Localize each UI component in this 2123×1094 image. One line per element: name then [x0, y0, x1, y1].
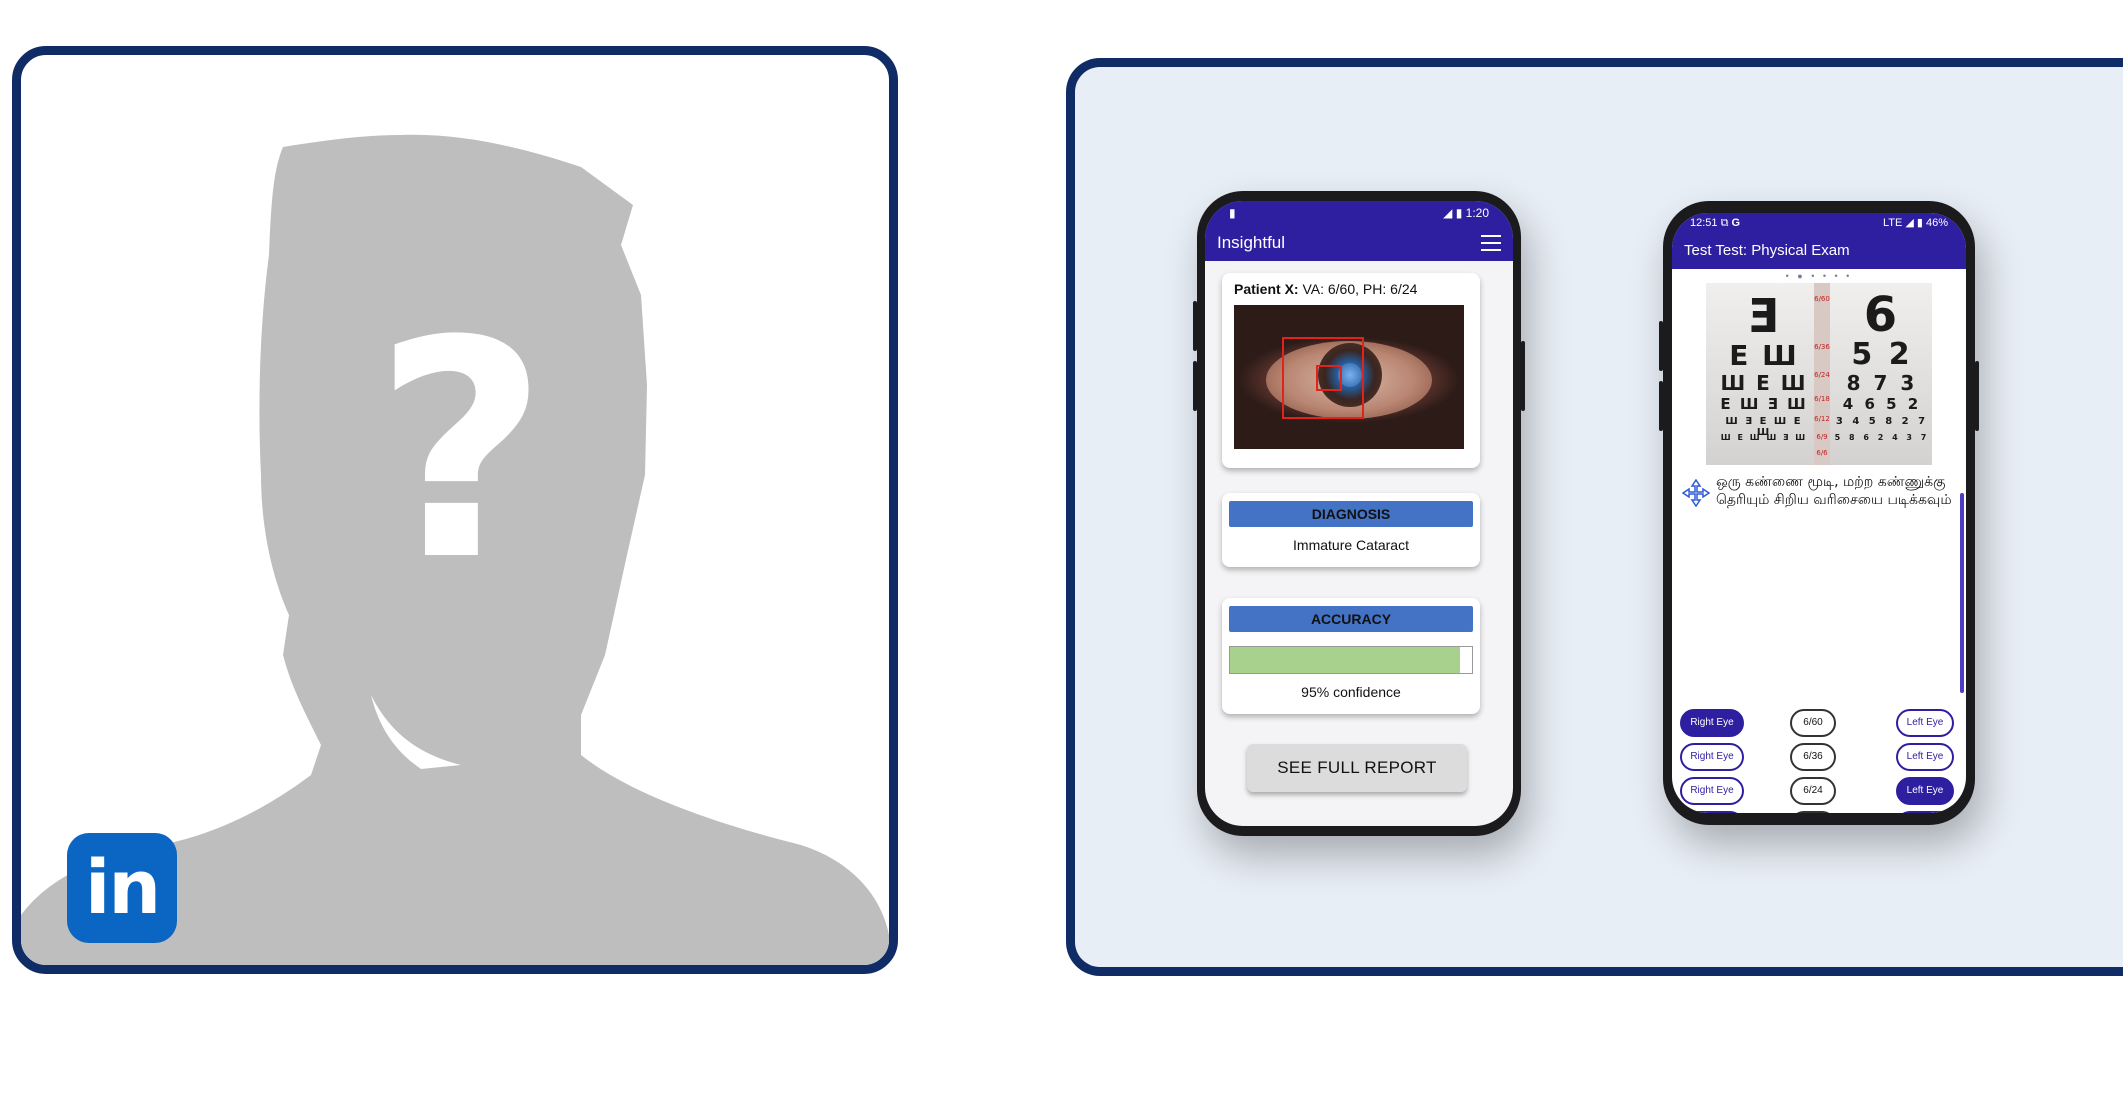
accuracy-value: 95% confidence: [1301, 684, 1401, 700]
acuity-row: Right Eye 6/60 Left Eye: [1680, 709, 1960, 743]
see-full-report-button[interactable]: SEE FULL REPORT: [1247, 744, 1467, 792]
phone-insightful: ▮ ◢ ▮ 1:20 Insightful Patient X: VA: 6/6…: [1193, 191, 1525, 836]
status-bar: ▮ ◢ ▮ 1:20: [1205, 201, 1513, 225]
right-eye-button[interactable]: Right Eye: [1680, 709, 1744, 737]
left-eye-button[interactable]: Left Eye: [1896, 811, 1954, 813]
stage: ? in ▮ ◢ ▮ 1:20 Insightful Patient X: VA…: [0, 0, 2123, 1094]
linkedin-icon[interactable]: in: [67, 833, 177, 943]
app-bar: Test Test: Physical Exam: [1672, 233, 1966, 269]
acuity-grid: Right Eye 6/60 Left Eye Right Eye 6/36 Left E…: [1680, 709, 1960, 813]
accuracy-progress-bar: [1229, 646, 1473, 674]
sim-icon: ▮: [1229, 206, 1236, 220]
move-arrows-icon: [1682, 479, 1710, 507]
instruction-row: ஒரு கண்ணை மூடி, மற்ற கண்ணுக்கு தெரியும் …: [1672, 465, 1966, 513]
detection-box-inner: [1316, 365, 1342, 391]
menu-icon[interactable]: [1481, 235, 1501, 251]
phone-physical-exam: 12:51 ⧉ G LTE ◢ ▮ 46% Test Test: Physica…: [1659, 201, 1979, 825]
left-eye-button[interactable]: Left Eye: [1896, 743, 1954, 771]
acuity-row: Right Eye 6/24 Left Eye: [1680, 777, 1960, 811]
profile-card: ? in: [12, 46, 898, 974]
eye-image: [1234, 305, 1464, 449]
visual-acuity-button[interactable]: 6/24: [1790, 777, 1836, 805]
diagnosis-header: DIAGNOSIS: [1229, 501, 1473, 527]
accuracy-header: ACCURACY: [1229, 606, 1473, 632]
scrollbar[interactable]: [1960, 493, 1964, 693]
phone2-screen: 12:51 ⧉ G LTE ◢ ▮ 46% Test Test: Physica…: [1672, 213, 1966, 813]
diagnosis-card: DIAGNOSIS Immature Cataract: [1222, 493, 1480, 567]
eye-chart-image: Ǝ E Ш Ш E Ш E Ш Ǝ Ш Ш Ǝ E Ш E Ш Ш E Ш Ш …: [1706, 283, 1932, 465]
visual-acuity-button[interactable]: 6/18: [1790, 811, 1836, 813]
app-title: Test Test: Physical Exam: [1684, 242, 1850, 259]
patient-card: Patient X: VA: 6/60, PH: 6/24: [1222, 273, 1480, 468]
left-eye-button[interactable]: Left Eye: [1896, 777, 1954, 805]
app-showcase-card: ▮ ◢ ▮ 1:20 Insightful Patient X: VA: 6/6…: [1066, 58, 2123, 976]
visual-acuity-button[interactable]: 6/60: [1790, 709, 1836, 737]
acuity-row: Right Eye 6/18 Left Eye: [1680, 811, 1960, 813]
question-mark-icon: ?: [374, 277, 548, 626]
left-eye-button[interactable]: Left Eye: [1896, 709, 1954, 737]
visual-acuity-button[interactable]: 6/36: [1790, 743, 1836, 771]
diagnosis-value: Immature Cataract: [1293, 537, 1409, 553]
person-silhouette-icon: ?: [21, 134, 889, 965]
right-eye-button[interactable]: Right Eye: [1680, 777, 1744, 805]
status-bar: 12:51 ⧉ G LTE ◢ ▮ 46%: [1672, 213, 1966, 233]
patient-info: Patient X: VA: 6/60, PH: 6/24: [1234, 281, 1418, 297]
app-title: Insightful: [1217, 233, 1286, 252]
status-time: 12:51 ⧉ G: [1690, 217, 1741, 229]
accuracy-progress-fill: [1230, 647, 1460, 673]
accuracy-card: ACCURACY 95% confidence: [1222, 598, 1480, 714]
instruction-text: ஒரு கண்ணை மூடி, மற்ற கண்ணுக்கு தெரியும் …: [1716, 474, 1952, 508]
right-eye-button[interactable]: Right Eye: [1680, 743, 1744, 771]
phone1-screen: ▮ ◢ ▮ 1:20 Insightful Patient X: VA: 6/6…: [1205, 201, 1513, 826]
acuity-row: Right Eye 6/36 Left Eye: [1680, 743, 1960, 777]
app-bar: Insightful: [1205, 225, 1513, 261]
page-indicator: • ● • • • •: [1785, 271, 1853, 281]
status-time: ◢ ▮ 1:20: [1443, 206, 1489, 220]
status-indicators: LTE ◢ ▮ 46%: [1882, 217, 1948, 229]
right-eye-button[interactable]: Right Eye: [1680, 811, 1744, 813]
